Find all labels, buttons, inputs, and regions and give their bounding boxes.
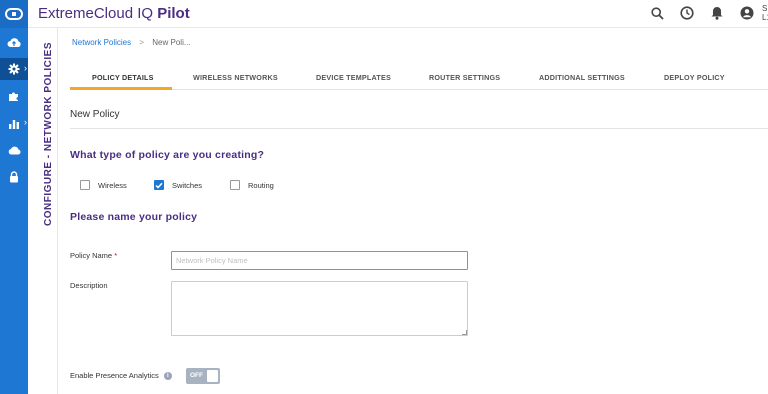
policy-name-input[interactable] bbox=[171, 251, 468, 270]
tab-additional-settings[interactable]: ADDITIONAL SETTINGS bbox=[539, 73, 625, 82]
user-account-button[interactable] bbox=[739, 5, 755, 21]
checkbox-wireless-label: Wireless bbox=[98, 180, 127, 190]
checkbox-routing-label: Routing bbox=[248, 180, 274, 190]
user-info[interactable]: SI L1 bbox=[762, 4, 768, 22]
policy-name-heading: Please name your policy bbox=[70, 211, 198, 223]
tab-policy-details[interactable]: POLICY DETAILS bbox=[92, 73, 154, 82]
brand-name: ExtremeCloud IQ bbox=[38, 5, 154, 22]
search-button[interactable] bbox=[649, 5, 665, 21]
toggle-knob bbox=[207, 370, 218, 382]
resize-handle[interactable] bbox=[462, 330, 467, 335]
brand-title: ExtremeCloud IQ Pilot bbox=[38, 5, 190, 22]
checkbox-switches-label: Switches bbox=[172, 180, 203, 190]
info-icon[interactable]: i bbox=[163, 371, 172, 380]
bell-icon bbox=[711, 7, 723, 20]
breadcrumb: Network Policies > New Poli... bbox=[72, 38, 191, 47]
description-textarea[interactable] bbox=[171, 281, 468, 336]
app-logo[interactable] bbox=[0, 0, 28, 28]
rail-item-cloud[interactable] bbox=[0, 139, 28, 161]
section-vertical-title: CONFIGURE - NETWORK POLICIES bbox=[43, 42, 54, 226]
brand-edition: Pilot bbox=[157, 5, 190, 22]
notifications-button[interactable] bbox=[709, 5, 725, 21]
active-tab-indicator bbox=[70, 87, 172, 90]
gear-icon bbox=[8, 63, 20, 75]
presence-analytics-toggle[interactable]: OFF bbox=[186, 368, 220, 384]
checkbox-routing[interactable]: Routing bbox=[230, 180, 274, 190]
rail-item-extensions[interactable] bbox=[0, 85, 28, 107]
app-root: › › ExtremeCloud IQ Pilot S L CONFIGURE … bbox=[0, 0, 768, 394]
section-divider bbox=[70, 128, 768, 129]
description-label: Description bbox=[70, 281, 108, 290]
policy-type-question: What type of policy are you creating? bbox=[70, 149, 265, 161]
puzzle-icon bbox=[9, 92, 18, 101]
chevron-right-icon: › bbox=[24, 63, 27, 73]
icon-rail: › › bbox=[0, 0, 28, 394]
policy-tabs: POLICY DETAILS WIRELESS NETWORKS DEVICE … bbox=[70, 66, 768, 90]
checkmark-icon bbox=[155, 182, 163, 189]
top-header: ExtremeCloud IQ Pilot S L bbox=[28, 0, 768, 28]
cloud-icon bbox=[8, 146, 21, 154]
section-sidebar: CONFIGURE - NETWORK POLICIES bbox=[28, 28, 58, 394]
checkbox-wireless[interactable]: Wireless bbox=[80, 180, 127, 190]
search-icon bbox=[650, 6, 664, 20]
checkbox-switches-box[interactable] bbox=[154, 180, 164, 190]
required-marker: * bbox=[114, 251, 118, 260]
bar-chart-icon bbox=[9, 119, 19, 129]
presence-analytics-row: Enable Presence Analytics i bbox=[70, 371, 172, 380]
checkbox-wireless-box[interactable] bbox=[80, 180, 90, 190]
tab-wireless-networks[interactable]: WIRELESS NETWORKS bbox=[193, 73, 278, 82]
rail-item-security[interactable] bbox=[0, 166, 28, 188]
logo-icon bbox=[5, 8, 23, 20]
lock-icon bbox=[10, 171, 18, 183]
tab-router-settings[interactable]: ROUTER SETTINGS bbox=[429, 73, 500, 82]
history-button[interactable] bbox=[679, 5, 695, 21]
breadcrumb-network-policies[interactable]: Network Policies bbox=[72, 38, 131, 47]
cloud-upload-icon bbox=[7, 37, 21, 47]
policy-name-label: Policy Name * bbox=[70, 251, 117, 260]
form-section-title: New Policy bbox=[70, 109, 120, 120]
chevron-right-icon: › bbox=[24, 117, 27, 127]
policy-name-label-text: Policy Name bbox=[70, 251, 113, 260]
rail-item-configure[interactable]: › bbox=[0, 58, 28, 80]
rail-item-monitor[interactable]: › bbox=[0, 112, 28, 134]
breadcrumb-separator: > bbox=[139, 38, 145, 47]
user-avatar-icon bbox=[740, 6, 754, 20]
breadcrumb-current: New Poli... bbox=[152, 38, 191, 47]
rail-item-dashboard[interactable] bbox=[0, 31, 28, 53]
toggle-state-label: OFF bbox=[190, 372, 203, 379]
clock-icon bbox=[680, 6, 694, 20]
checkbox-switches[interactable]: Switches bbox=[154, 180, 202, 190]
user-name-short: SI bbox=[762, 4, 768, 13]
checkbox-routing-box[interactable] bbox=[230, 180, 240, 190]
tab-device-templates[interactable]: DEVICE TEMPLATES bbox=[316, 73, 391, 82]
tab-deploy-policy[interactable]: DEPLOY POLICY bbox=[664, 73, 725, 82]
user-org-short: L1 bbox=[762, 13, 768, 22]
presence-analytics-label: Enable Presence Analytics bbox=[70, 371, 159, 380]
